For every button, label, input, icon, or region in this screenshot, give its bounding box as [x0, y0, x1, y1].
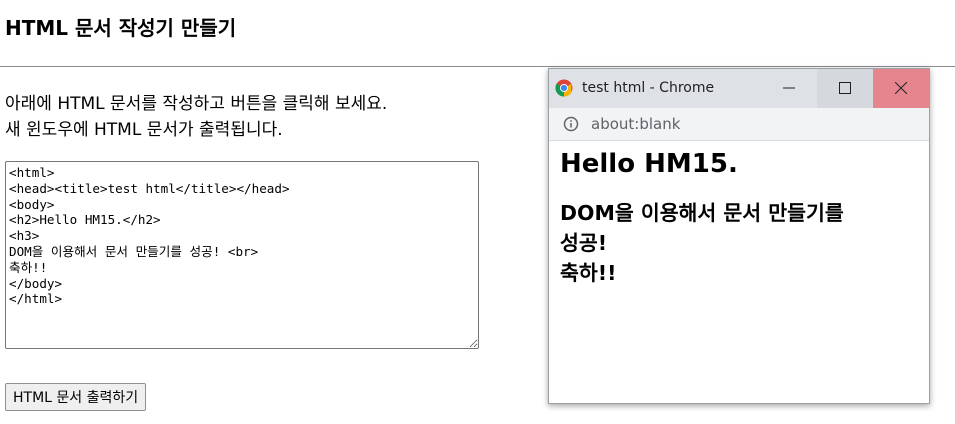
address-bar[interactable]: about:blank [549, 108, 929, 141]
subheading-line-3: 축하!! [560, 261, 617, 285]
intro-line-2: 새 윈도우에 HTML 문서가 출력됩니다. [5, 120, 283, 140]
content-subheading: DOM을 이용해서 문서 만들기를 성공! 축하!! [560, 198, 920, 288]
popup-window: test html - Chrome about:blank Hello HM1… [548, 68, 930, 404]
intro-text: 아래에 HTML 문서를 작성하고 버튼을 클릭해 보세요. 새 윈도우에 HT… [5, 91, 525, 143]
subheading-line-2: 성공! [560, 231, 608, 255]
chrome-icon [555, 79, 573, 97]
close-button[interactable] [873, 69, 929, 108]
minimize-icon [783, 79, 795, 98]
print-html-button[interactable]: HTML 문서 출력하기 [5, 383, 147, 411]
url-text: about:blank [591, 115, 681, 133]
html-editor-textarea[interactable] [5, 161, 479, 349]
window-titlebar[interactable]: test html - Chrome [549, 69, 929, 108]
window-title: test html - Chrome [582, 80, 715, 96]
popup-content: Hello HM15. DOM을 이용해서 문서 만들기를 성공! 축하!! [560, 147, 920, 288]
content-heading: Hello HM15. [560, 149, 738, 179]
subheading-line-1: DOM을 이용해서 문서 만들기를 [560, 201, 844, 225]
maximize-icon [839, 79, 851, 98]
minimize-button[interactable] [761, 69, 817, 108]
maximize-button[interactable] [817, 69, 873, 108]
page-title: HTML 문서 작성기 만들기 [5, 16, 237, 40]
close-icon [894, 79, 908, 98]
intro-line-1: 아래에 HTML 문서를 작성하고 버튼을 클릭해 보세요. [5, 94, 388, 114]
divider [0, 66, 955, 67]
info-icon[interactable] [563, 116, 579, 132]
